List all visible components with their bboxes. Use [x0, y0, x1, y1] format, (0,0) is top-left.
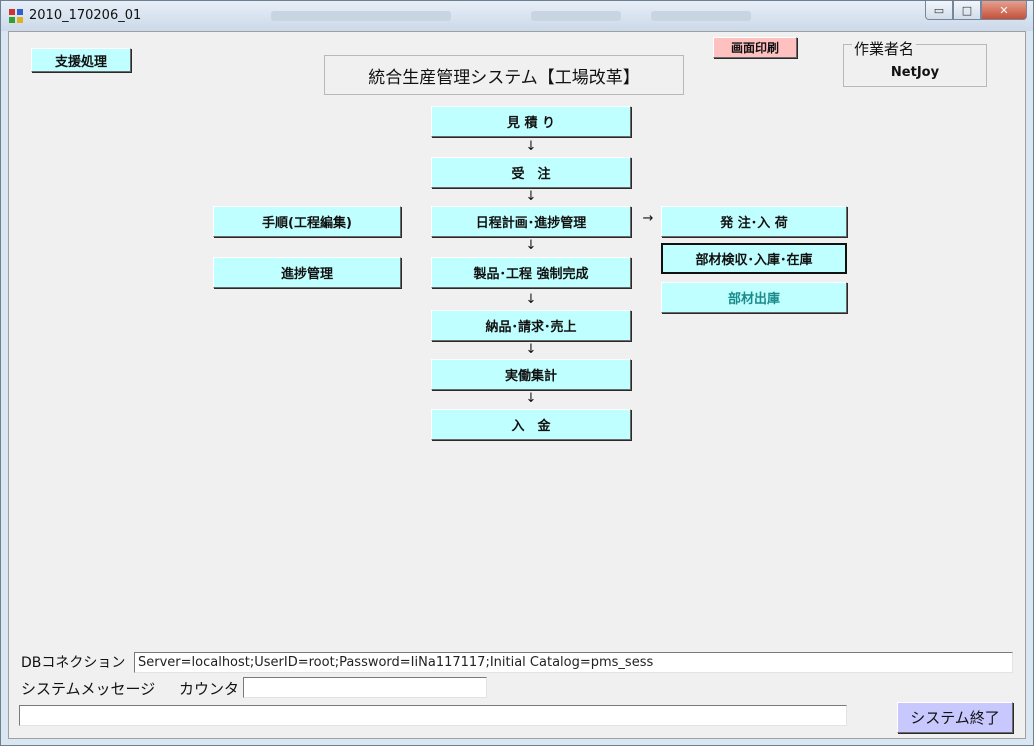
purchase-order-button[interactable]: 発 注･入 荷	[661, 206, 847, 237]
counter-field[interactable]	[243, 677, 487, 698]
support-processing-button[interactable]: 支援処理	[31, 48, 131, 72]
counter-label: カウンタ	[179, 680, 240, 698]
progress-management-button[interactable]: 進捗管理	[213, 257, 401, 288]
window-controls: ▭ □ ✕	[925, 1, 1027, 20]
forced-completion-button[interactable]: 製品･工程 強制完成	[431, 257, 631, 288]
down-arrow-icon: ↓	[525, 342, 537, 357]
db-connection-label: DBコネクション	[21, 655, 126, 671]
system-message-field[interactable]	[19, 705, 847, 726]
schedule-progress-button[interactable]: 日程計画･進捗管理	[431, 206, 631, 237]
material-issue-button[interactable]: 部材出庫	[661, 282, 847, 313]
worker-group: 作業者名 NetJoy	[843, 38, 987, 87]
actual-work-button[interactable]: 実働集計	[431, 359, 631, 390]
delivery-billing-button[interactable]: 納品･請求･売上	[431, 310, 631, 341]
close-button[interactable]: ✕	[981, 1, 1027, 20]
close-icon: ✕	[999, 3, 1009, 17]
db-connection-field[interactable]: Server=localhost;UserID=root;Password=Ii…	[134, 652, 1013, 673]
background-ghost-bar	[651, 11, 751, 21]
background-ghost-bar	[271, 11, 451, 21]
procedure-edit-button[interactable]: 手順(工程編集)	[213, 206, 401, 237]
material-inspection-button[interactable]: 部材検収･入庫･在庫	[661, 243, 847, 274]
main-form: 支援処理 画面印刷 統合生産管理システム【工場改革】 作業者名 NetJoy 見…	[8, 31, 1026, 739]
maximize-icon: □	[961, 3, 973, 17]
maximize-button[interactable]: □	[953, 1, 981, 20]
system-exit-button[interactable]: システム終了	[897, 702, 1013, 733]
window-title: 2010_170206_01	[29, 8, 142, 23]
background-ghost-bar	[531, 11, 621, 21]
title-bar[interactable]: 2010_170206_01 ▭ □ ✕	[1, 1, 1033, 31]
system-title: 統合生産管理システム【工場改革】	[324, 55, 684, 95]
down-arrow-icon: ↓	[525, 139, 537, 154]
down-arrow-icon: ↓	[525, 391, 537, 406]
minimize-button[interactable]: ▭	[925, 1, 953, 20]
right-arrow-icon: →	[642, 211, 654, 226]
down-arrow-icon: ↓	[525, 189, 537, 204]
minimize-icon: ▭	[933, 3, 945, 17]
payment-button[interactable]: 入 金	[431, 409, 631, 440]
worker-label: 作業者名	[852, 38, 917, 59]
app-window: 2010_170206_01 ▭ □ ✕ 支援処理 画面印刷 統合生産管理システ…	[0, 0, 1034, 746]
print-screen-button[interactable]: 画面印刷	[713, 37, 797, 58]
system-message-label: システムメッセージ	[21, 680, 156, 698]
down-arrow-icon: ↓	[525, 292, 537, 307]
estimate-button[interactable]: 見 積 り	[431, 106, 631, 137]
app-icon	[9, 9, 23, 23]
worker-name: NetJoy	[890, 65, 940, 80]
order-receipt-button[interactable]: 受 注	[431, 157, 631, 188]
down-arrow-icon: ↓	[525, 238, 537, 253]
